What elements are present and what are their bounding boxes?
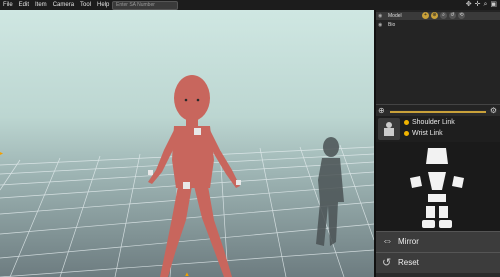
move-icon[interactable]: ✛ — [475, 0, 481, 10]
reset-icon: ↺ — [382, 257, 392, 269]
hip-part-icon — [428, 194, 446, 202]
add-item-icon[interactable]: ⊕ — [378, 106, 385, 115]
right-hand-icon — [452, 176, 464, 188]
list-row-bio[interactable]: ◉ Bio — [376, 21, 500, 29]
menu-item[interactable]: Item — [32, 0, 50, 10]
right-panel: ◉ Model + ⊕ ⌕ ↺ ⟲ ◉ Bio ⊕ ⚙ Shoulder Lin… — [376, 10, 500, 277]
side-handle-icon[interactable]: ▸ — [0, 150, 3, 157]
left-foot-icon — [422, 220, 435, 228]
link-panel: Shoulder Link Wrist Link — [376, 116, 500, 142]
pick-point — [183, 182, 190, 189]
pose-thumbnail[interactable] — [378, 118, 400, 140]
pick-point — [148, 170, 153, 175]
wrist-link-toggle[interactable]: Wrist Link — [404, 130, 443, 137]
reset-label: Reset — [398, 258, 419, 267]
pick-point — [194, 128, 201, 135]
shoulder-link-dot — [404, 120, 409, 125]
left-hand-icon — [410, 176, 422, 188]
menu-camera[interactable]: Camera — [50, 0, 77, 10]
mirror-icon: ⇔ — [382, 235, 393, 247]
mirror-button[interactable]: ⇔ Mirror — [376, 231, 500, 252]
zoom-icon[interactable]: ⌕ — [483, 0, 487, 10]
camera-icon[interactable]: ▣ — [490, 0, 497, 10]
menu-edit[interactable]: Edit — [16, 0, 32, 10]
row-label: Model — [388, 13, 402, 19]
add-tool-icon[interactable]: + — [422, 12, 429, 19]
transform-icon[interactable]: ✥ — [466, 0, 472, 10]
left-leg-icon — [426, 206, 435, 218]
menu-tool[interactable]: Tool — [77, 0, 94, 10]
body-part-map — [376, 142, 500, 234]
viewport-scene — [0, 75, 374, 277]
3d-viewport[interactable]: ▸ ▲ — [0, 10, 374, 277]
row-tools: + ⊕ ⌕ ↺ ⟲ — [422, 12, 465, 19]
menu-help[interactable]: Help — [94, 0, 112, 10]
shoulder-link-label: Shoulder Link — [412, 119, 455, 126]
model-list: ◉ Model + ⊕ ⌕ ↺ ⟲ ◉ Bio ⊕ ⚙ — [376, 10, 500, 115]
visibility-icon[interactable]: ◉ — [378, 12, 384, 20]
menu-bar: File Edit Item Camera Tool Help ◀ ▶ — [0, 0, 500, 10]
wrist-link-label: Wrist Link — [412, 130, 443, 137]
target-tool-icon[interactable]: ⊕ — [431, 12, 438, 19]
pick-point — [236, 180, 241, 185]
torso-part-icon — [428, 172, 446, 190]
rotate-tool-icon[interactable]: ↺ — [449, 12, 456, 19]
right-foot-icon — [439, 220, 452, 228]
undo-tool-icon[interactable]: ⟲ — [458, 12, 465, 19]
row-label: Bio — [388, 22, 396, 28]
slider-bar[interactable] — [390, 111, 486, 113]
list-row-model[interactable]: ◉ Model + ⊕ ⌕ ↺ ⟲ — [376, 12, 500, 20]
mirror-label: Mirror — [398, 237, 419, 246]
gear-icon[interactable]: ⚙ — [490, 106, 497, 115]
bottom-handle-icon[interactable]: ▲ — [184, 272, 190, 277]
shoulder-link-toggle[interactable]: Shoulder Link — [404, 119, 455, 126]
top-toolbar: ✥ ✛ ⌕ ▣ — [466, 0, 500, 10]
menu-file[interactable]: File — [0, 0, 16, 10]
chest-part-icon — [426, 148, 448, 164]
right-leg-icon — [439, 206, 448, 218]
wrist-link-dot — [404, 131, 409, 136]
sa-number-placeholder: Enter SA Number — [116, 2, 155, 8]
reset-button[interactable]: ↺ Reset — [376, 252, 500, 273]
search-tool-icon[interactable]: ⌕ — [440, 12, 447, 19]
visibility-icon[interactable]: ◉ — [378, 21, 384, 29]
sa-number-input[interactable]: Enter SA Number — [112, 1, 178, 10]
shadow-figure — [316, 137, 344, 246]
